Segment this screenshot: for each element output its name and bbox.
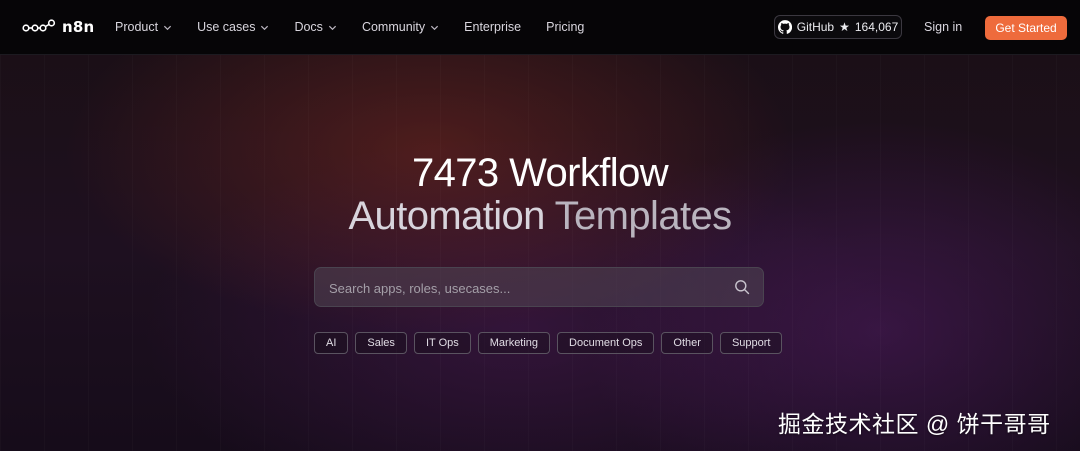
sign-in-link[interactable]: Sign in [924, 20, 962, 34]
logo-text: n8n [62, 18, 95, 36]
category-chip-document-ops[interactable]: Document Ops [557, 332, 655, 354]
nav-item-docs[interactable]: Docs [294, 20, 337, 34]
watermark-text: 掘金技术社区 @ 饼干哥哥 [778, 411, 1051, 437]
category-chip-support[interactable]: Support [719, 332, 783, 354]
nav-item-product[interactable]: Product [115, 20, 172, 34]
chevron-down-icon [261, 25, 269, 30]
nav-item-pricing[interactable]: Pricing [546, 20, 584, 34]
n8n-logo[interactable]: n8n [22, 17, 94, 37]
category-chip-ai[interactable]: AI [314, 332, 349, 354]
chevron-down-icon [164, 25, 172, 30]
hero-line-2-text-b: Templates [554, 194, 733, 238]
n8n-logo-icon [22, 19, 56, 32]
github-label: GitHub [796, 20, 835, 34]
nav-item-enterprise[interactable]: Enterprise [464, 20, 521, 34]
nav-item-label: Product [115, 20, 159, 34]
nav-item-label: Enterprise [464, 20, 522, 34]
get-started-button[interactable]: Get Started [985, 16, 1067, 40]
github-stars-count: 164,067 [854, 20, 899, 34]
nav-item-use-cases[interactable]: Use cases [197, 20, 269, 34]
hero-line-1: 7473 Workflow [240, 152, 840, 195]
category-chip-marketing[interactable]: Marketing [477, 332, 551, 354]
category-chip-it-ops[interactable]: IT Ops [413, 332, 471, 354]
hero-line-2: Automation Templates [240, 195, 840, 238]
hero-title: 7473 Workflow Automation Templates [240, 152, 840, 238]
category-chip-other[interactable]: Other [661, 332, 713, 354]
category-chip-sales[interactable]: Sales [355, 332, 407, 354]
template-search [314, 267, 764, 308]
github-icon [777, 20, 792, 34]
hero-line-2-text-a: Automation [348, 194, 545, 238]
nav-item-label: Pricing [546, 20, 585, 34]
page: n8n Product Use cases Docs Community Ent… [0, 0, 1080, 451]
nav-item-label: Use cases [197, 20, 256, 34]
nav-item-label: Docs [294, 20, 323, 34]
search-input[interactable] [327, 268, 731, 308]
nav-item-label: Community [361, 20, 426, 34]
top-navbar: n8n Product Use cases Docs Community Ent… [0, 0, 1080, 55]
category-chips: AI Sales IT Ops Marketing Document Ops O… [314, 332, 783, 354]
chevron-down-icon [328, 25, 337, 30]
chevron-down-icon [431, 25, 439, 30]
hero-line-1-text: 7473 Workflow [411, 151, 669, 195]
github-button[interactable]: GitHub ★ 164,067 [774, 15, 902, 39]
main-nav: Product Use cases Docs Community Enterpr… [115, 0, 609, 54]
nav-item-community[interactable]: Community [362, 20, 439, 34]
search-icon[interactable] [734, 279, 750, 295]
star-icon: ★ [839, 20, 850, 34]
